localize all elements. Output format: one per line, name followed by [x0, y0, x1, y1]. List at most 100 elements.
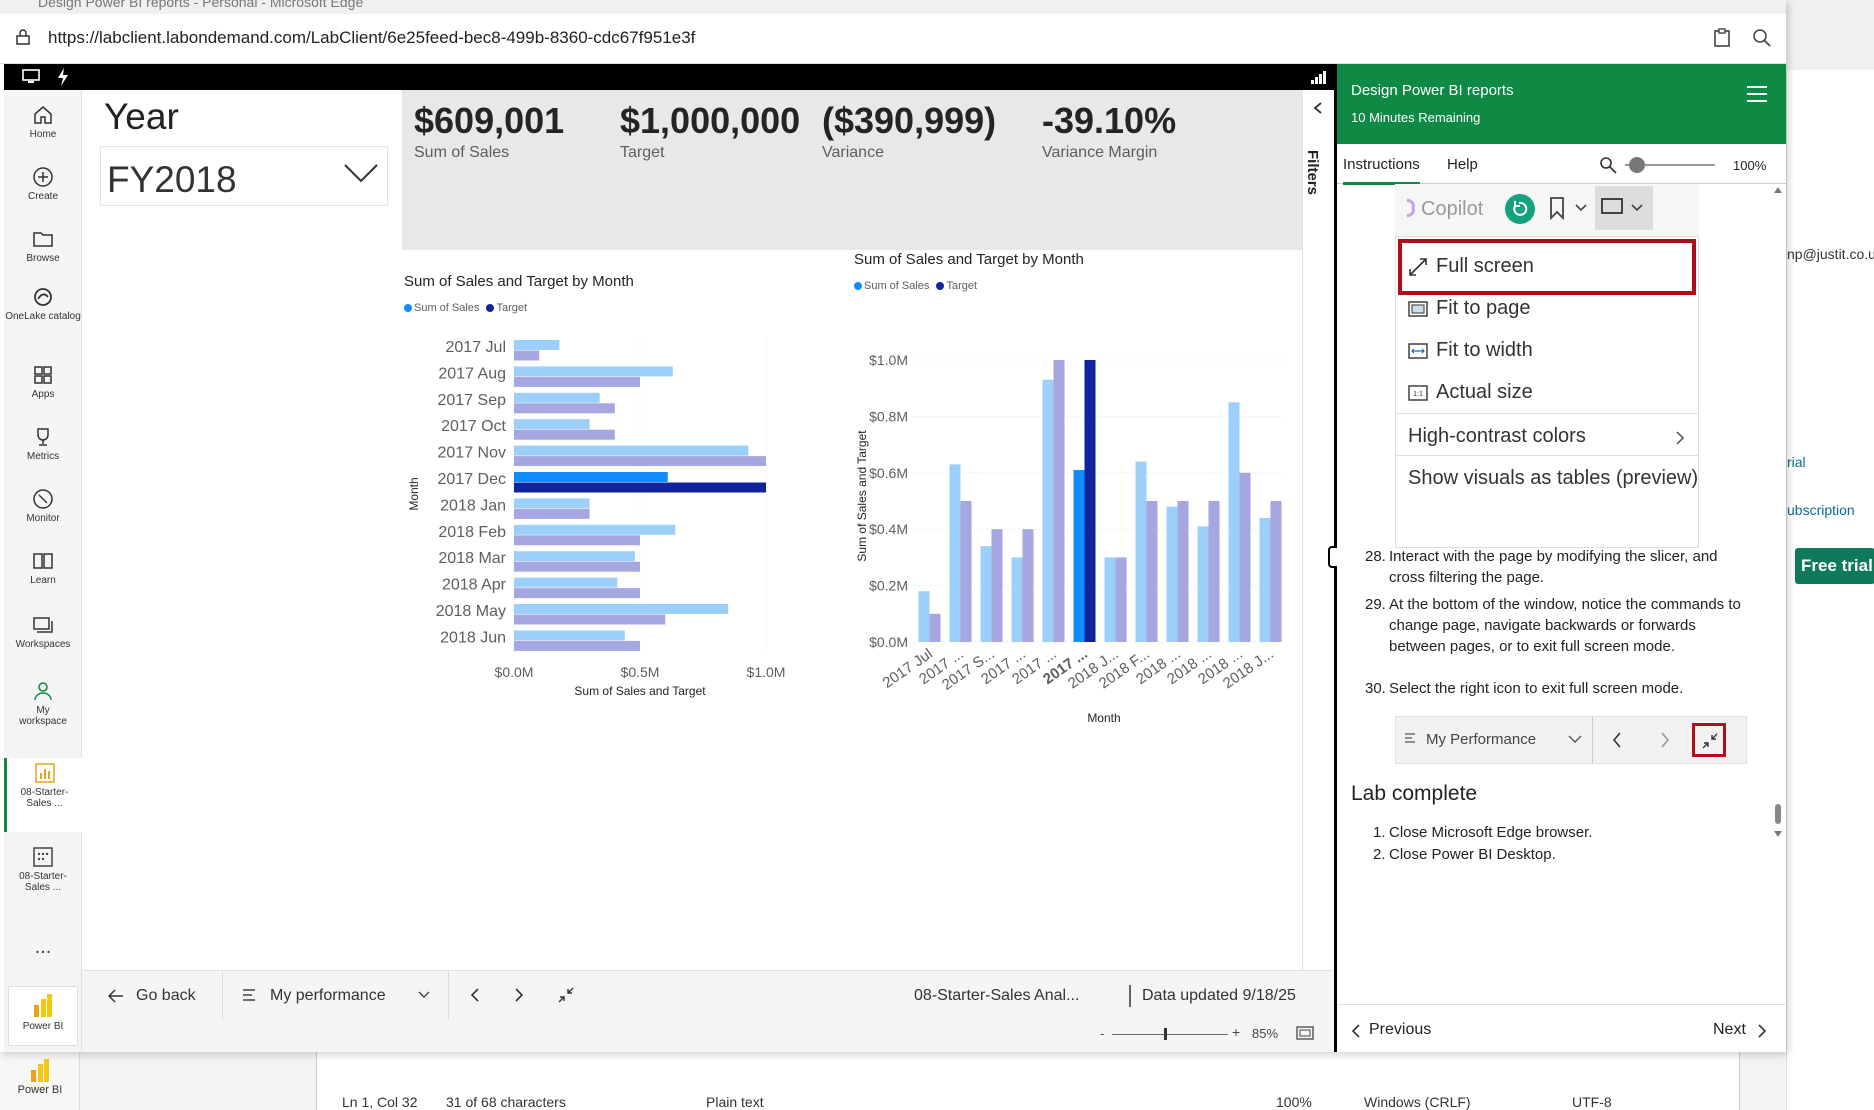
- tab-help[interactable]: Help: [1447, 156, 1478, 173]
- bar-sales[interactable]: [514, 419, 590, 430]
- trial-link[interactable]: rial: [1787, 454, 1806, 470]
- next-button[interactable]: Next: [1713, 1021, 1746, 1039]
- bar-sales[interactable]: [514, 472, 668, 482]
- taskbar-powerbi[interactable]: Power BI: [0, 1058, 80, 1096]
- bar-target[interactable]: [1022, 529, 1034, 642]
- bar-target[interactable]: [514, 403, 615, 414]
- bar-sales[interactable]: [980, 546, 992, 642]
- scroll-down-icon[interactable]: [1773, 830, 1783, 838]
- nav-model-open[interactable]: 08-Starter-Sales ...: [4, 846, 82, 893]
- clipboard-icon[interactable]: [1710, 26, 1734, 50]
- nav-metrics[interactable]: Metrics: [4, 426, 82, 462]
- bar-sales[interactable]: [514, 577, 618, 588]
- bar-target[interactable]: [514, 640, 640, 651]
- bar-target[interactable]: [1053, 360, 1065, 642]
- hbar-legend[interactable]: Sum of Sales Target: [404, 302, 527, 314]
- bar-target[interactable]: [1146, 501, 1158, 642]
- exit-fullscreen-icon[interactable]: [558, 987, 574, 1003]
- go-back-button[interactable]: Go back: [136, 987, 196, 1005]
- bar-target[interactable]: [514, 482, 766, 493]
- bar-sales[interactable]: [1259, 517, 1271, 642]
- lightning-icon[interactable]: [56, 68, 70, 86]
- previous-button[interactable]: Previous: [1369, 1021, 1431, 1039]
- bar-sales[interactable]: [514, 630, 625, 641]
- bar-target[interactable]: [929, 613, 941, 642]
- bar-target[interactable]: [514, 614, 666, 625]
- bar-sales[interactable]: [514, 445, 749, 456]
- free-trial-button[interactable]: Free trial: [1795, 548, 1874, 584]
- hbar-chart[interactable]: $0.0M $0.5M $1.0M 2017 Jul 2017 Aug 2017 Sep 2…: [404, 330, 804, 760]
- bar-target[interactable]: [991, 529, 1003, 642]
- nav-home[interactable]: Home: [4, 104, 82, 140]
- zoom-slider-thumb[interactable]: [1164, 1028, 1167, 1040]
- previous-page-icon[interactable]: [470, 987, 480, 1003]
- bar-target[interactable]: [514, 350, 540, 361]
- bar-target[interactable]: [514, 376, 640, 387]
- bar-target[interactable]: [1177, 501, 1189, 642]
- bar-sales[interactable]: [514, 366, 673, 377]
- nav-create[interactable]: Create: [4, 166, 82, 202]
- bar-target[interactable]: [960, 501, 972, 642]
- bar-target[interactable]: [514, 588, 640, 599]
- bar-target[interactable]: [514, 535, 640, 546]
- fit-to-page-icon[interactable]: [1296, 1026, 1314, 1040]
- nav-report-open[interactable]: 08-Starter-Sales ...: [4, 758, 82, 832]
- bar-sales[interactable]: [514, 524, 676, 535]
- bar-sales[interactable]: [949, 464, 961, 642]
- zoom-in-button[interactable]: +: [1232, 1024, 1240, 1040]
- url-text[interactable]: https://labclient.labondemand.com/LabCli…: [48, 28, 695, 48]
- bar-sales[interactable]: [514, 340, 560, 350]
- bar-target[interactable]: [1239, 472, 1251, 642]
- bar-sales[interactable]: [514, 498, 590, 509]
- zoom-slider[interactable]: [1112, 1034, 1228, 1035]
- bar-sales[interactable]: [1166, 506, 1178, 642]
- filters-label[interactable]: Filters: [1304, 150, 1321, 195]
- bar-sales[interactable]: [1104, 557, 1116, 642]
- next-page-icon[interactable]: [514, 987, 524, 1003]
- bar-target[interactable]: [514, 429, 615, 440]
- scrollbar[interactable]: [1773, 184, 1783, 824]
- nav-apps[interactable]: Apps: [4, 364, 82, 400]
- bar-sales[interactable]: [514, 392, 600, 403]
- hamburger-menu-icon[interactable]: [1745, 84, 1769, 104]
- vbar-chart[interactable]: $0.0M$0.2M$0.4M$0.6M$0.8M$1.0M2017 Jul20…: [848, 296, 1298, 756]
- text-zoom-thumb[interactable]: [1629, 157, 1645, 173]
- bar-target[interactable]: [1084, 360, 1096, 642]
- nav-my-workspace[interactable]: My workspace: [4, 680, 82, 727]
- filters-pane[interactable]: [1302, 90, 1332, 970]
- nav-learn[interactable]: Learn: [4, 550, 82, 586]
- bar-sales[interactable]: [1135, 461, 1147, 642]
- zoom-out-button[interactable]: -: [1100, 1026, 1104, 1041]
- scroll-up-icon[interactable]: [1773, 186, 1783, 194]
- bar-sales[interactable]: [1073, 469, 1085, 642]
- bar-sales[interactable]: [1042, 379, 1054, 642]
- nav-more-button[interactable]: ...: [4, 936, 82, 959]
- bar-sales[interactable]: [1197, 526, 1209, 642]
- bar-sales[interactable]: [1011, 557, 1023, 642]
- vbar-legend[interactable]: Sum of Sales Target: [854, 280, 977, 292]
- chevron-left-icon[interactable]: [1313, 102, 1323, 114]
- nav-workspaces[interactable]: Workspaces: [4, 614, 82, 650]
- page-selector[interactable]: My performance: [270, 987, 386, 1005]
- bar-target[interactable]: [1208, 501, 1220, 642]
- nav-browse[interactable]: Browse: [4, 228, 82, 264]
- scrollbar-thumb[interactable]: [1775, 804, 1781, 824]
- year-slicer-dropdown[interactable]: FY2018: [100, 146, 388, 206]
- lock-icon[interactable]: [16, 29, 30, 45]
- bar-target[interactable]: [514, 456, 766, 467]
- chevron-down-icon[interactable]: [418, 991, 430, 999]
- zoom-icon[interactable]: [1750, 26, 1774, 50]
- bar-target[interactable]: [514, 561, 640, 572]
- subscription-link[interactable]: ubscription: [1787, 502, 1855, 518]
- bar-sales[interactable]: [514, 604, 729, 614]
- bar-sales[interactable]: [918, 591, 930, 642]
- nav-powerbi-switcher[interactable]: Power BI: [8, 986, 78, 1046]
- bar-target[interactable]: [1270, 501, 1282, 642]
- bar-sales[interactable]: [514, 551, 635, 562]
- search-icon[interactable]: [1599, 156, 1617, 174]
- nav-monitor[interactable]: Monitor: [4, 488, 82, 524]
- bar-sales[interactable]: [1228, 402, 1240, 642]
- bar-target[interactable]: [1115, 557, 1127, 642]
- monitor-toolbar-icon[interactable]: [22, 69, 40, 85]
- tab-instructions[interactable]: Instructions: [1343, 156, 1420, 185]
